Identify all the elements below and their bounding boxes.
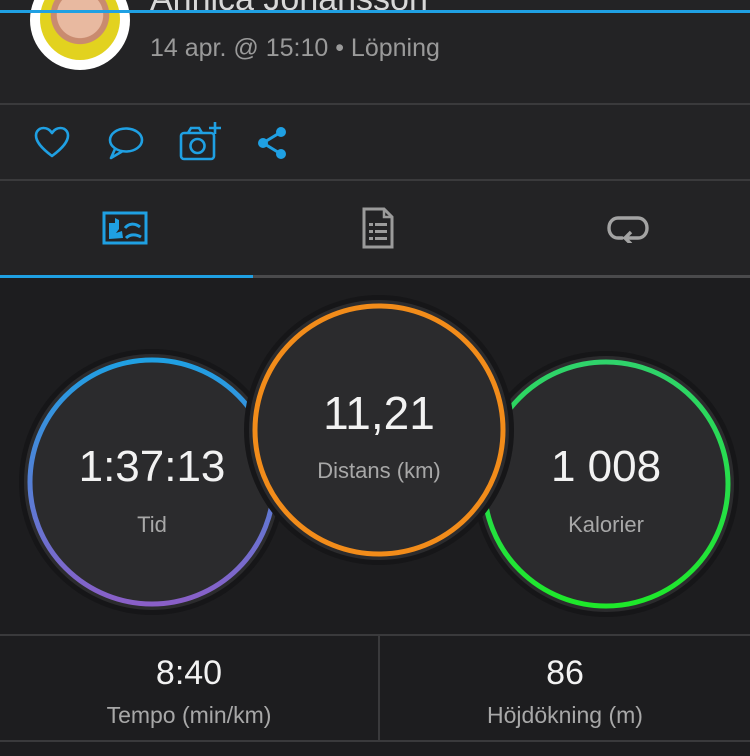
activity-meta: 14 apr. @ 15:10 • Löpning	[150, 34, 440, 62]
kalorier-value: 1 008	[550, 442, 662, 491]
loop-icon	[607, 216, 649, 243]
distans-label: Distans (km)	[317, 458, 441, 483]
hojd-value: 86	[546, 654, 584, 692]
comment-icon[interactable]	[105, 123, 145, 163]
share-icon[interactable]	[254, 123, 294, 163]
avatar-photo	[40, 0, 120, 60]
add-photo-icon[interactable]	[178, 119, 224, 165]
kalorier-circle: 1 008 Kalorier	[478, 356, 734, 612]
distans-circle: 11,21 Distans (km)	[249, 300, 509, 560]
tempo-value: 8:40	[155, 654, 223, 692]
tid-label: Tid	[137, 512, 167, 537]
secondary-stats: 8:40 Tempo (min/km) 86 Höjdökning (m)	[0, 634, 750, 742]
tempo-cell: 8:40 Tempo (min/km)	[2, 636, 376, 740]
tempo-label: Tempo (min/km)	[106, 702, 272, 728]
activity-header: Annica Johansson 14 apr. @ 15:10 • Löpni…	[0, 0, 750, 105]
tab-laps[interactable]	[503, 181, 750, 275]
hojd-label: Höjdökning (m)	[487, 702, 643, 728]
heart-icon[interactable]	[32, 123, 72, 163]
tid-circle: 1:37:13 Tid	[24, 354, 280, 610]
tab-details[interactable]	[253, 181, 503, 275]
document-icon	[362, 207, 394, 249]
summary-circles: 1:37:13 Tid 1 008 Kalorier 11,21 Distans…	[0, 278, 750, 634]
tab-stats[interactable]	[0, 181, 250, 275]
tid-value: 1:37:13	[78, 442, 226, 491]
action-bar	[0, 105, 750, 181]
chart-icon	[102, 211, 148, 245]
hojd-cell: 86 Höjdökning (m)	[380, 636, 750, 740]
kalorier-label: Kalorier	[568, 512, 644, 537]
tab-bar	[0, 181, 750, 278]
top-accent-line	[0, 10, 750, 13]
distans-value: 11,21	[323, 387, 435, 439]
